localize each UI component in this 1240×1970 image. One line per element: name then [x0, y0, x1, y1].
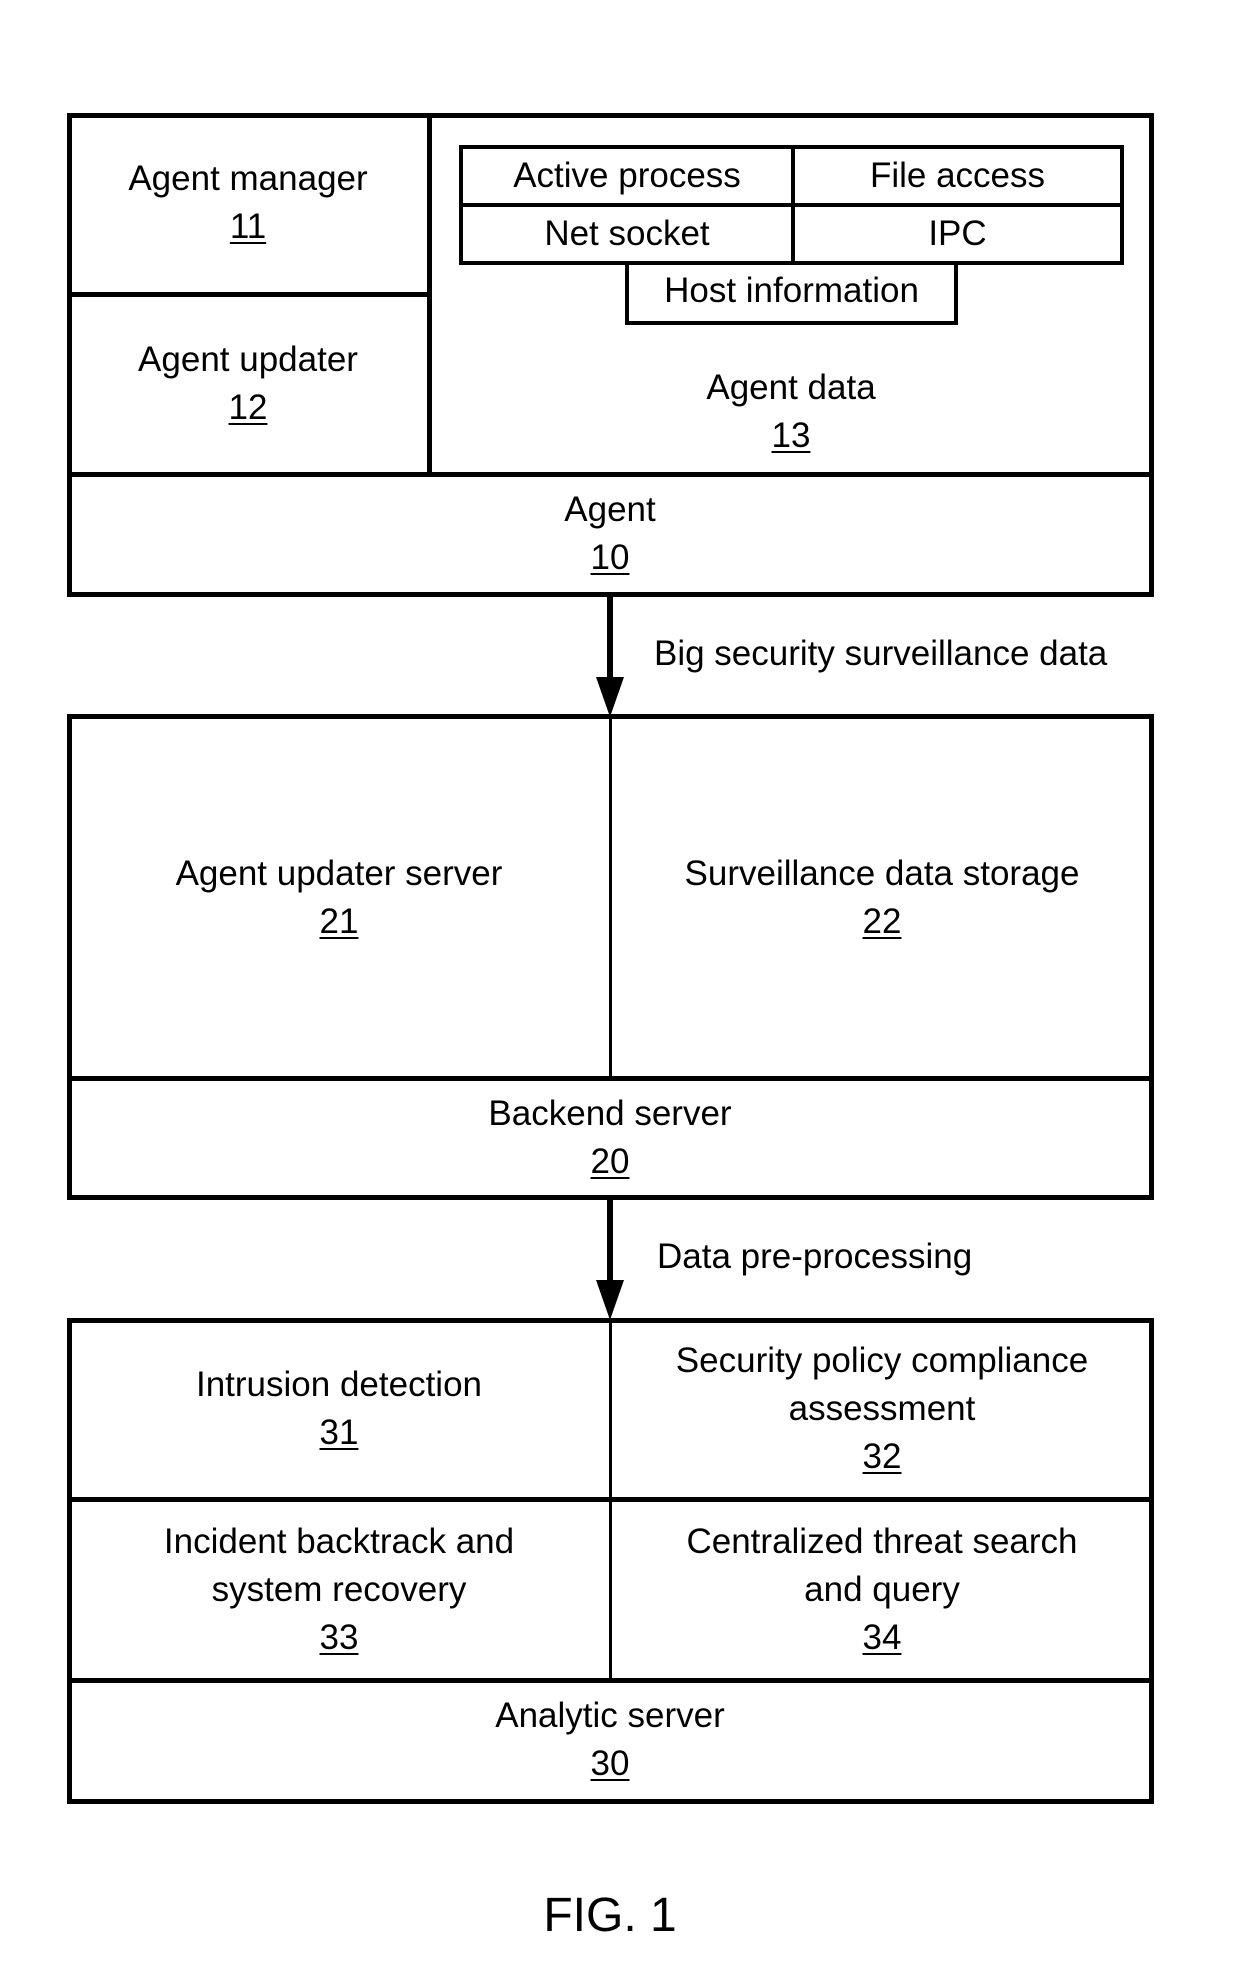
module-number: 31	[319, 1413, 359, 1452]
backend-number: 20	[590, 1142, 630, 1181]
agent-number: 10	[590, 538, 630, 577]
agent-manager-number: 11	[229, 207, 267, 246]
agent-footer-divider	[67, 472, 1154, 477]
data-cell-net-socket: Net socket	[459, 203, 795, 265]
flow-label-2: Data pre-processing	[657, 1237, 973, 1276]
module-number: 32	[862, 1437, 902, 1476]
module-incident-backtrack: Incident backtrack and system recovery 3…	[164, 1518, 514, 1662]
agent-updater-number: 12	[228, 388, 268, 427]
backend-footer-divider	[67, 1076, 1154, 1081]
flow-arrow-2	[607, 1198, 613, 1288]
module-number: 34	[862, 1618, 902, 1657]
analytic-label: Analytic server 30	[495, 1692, 725, 1788]
agent-data-label: Agent data 13	[706, 364, 875, 460]
module-compliance-assessment: Security policy compliance assessment 32	[676, 1337, 1088, 1481]
data-cell-active-process: Active process	[459, 145, 795, 207]
module-intrusion-detection: Intrusion detection 31	[196, 1361, 482, 1457]
data-cell-file-access: File access	[791, 145, 1124, 207]
data-cell-host-information: Host information	[625, 261, 958, 325]
backend-label: Backend server 20	[488, 1090, 731, 1186]
figure-caption: FIG. 1	[543, 1889, 677, 1942]
module-number: 33	[319, 1618, 359, 1657]
arrowhead-down-icon	[596, 1280, 624, 1320]
analytic-footer-divider	[67, 1678, 1154, 1683]
flow-label-1: Big security surveillance data	[654, 634, 1108, 673]
arrowhead-down-icon	[596, 677, 624, 717]
surveillance-storage-label: Surveillance data storage 22	[685, 850, 1080, 946]
agent-data-number: 13	[771, 416, 811, 455]
analytic-number: 30	[590, 1744, 630, 1783]
backend-column-divider	[609, 714, 612, 1080]
surveillance-storage-number: 22	[862, 902, 902, 941]
agent-row-divider	[67, 292, 429, 297]
agent-label: Agent 10	[564, 486, 655, 582]
analytic-row-divider	[67, 1497, 1154, 1502]
flow-arrow-1	[607, 595, 613, 685]
agent-updater-server-number: 21	[319, 902, 359, 941]
data-cell-ipc: IPC	[791, 203, 1124, 265]
module-threat-search: Centralized threat search and query 34	[686, 1518, 1077, 1662]
agent-manager-label: Agent manager 11	[128, 155, 367, 251]
agent-updater-server-label: Agent updater server 21	[176, 850, 503, 946]
agent-updater-label: Agent updater 12	[138, 336, 358, 432]
